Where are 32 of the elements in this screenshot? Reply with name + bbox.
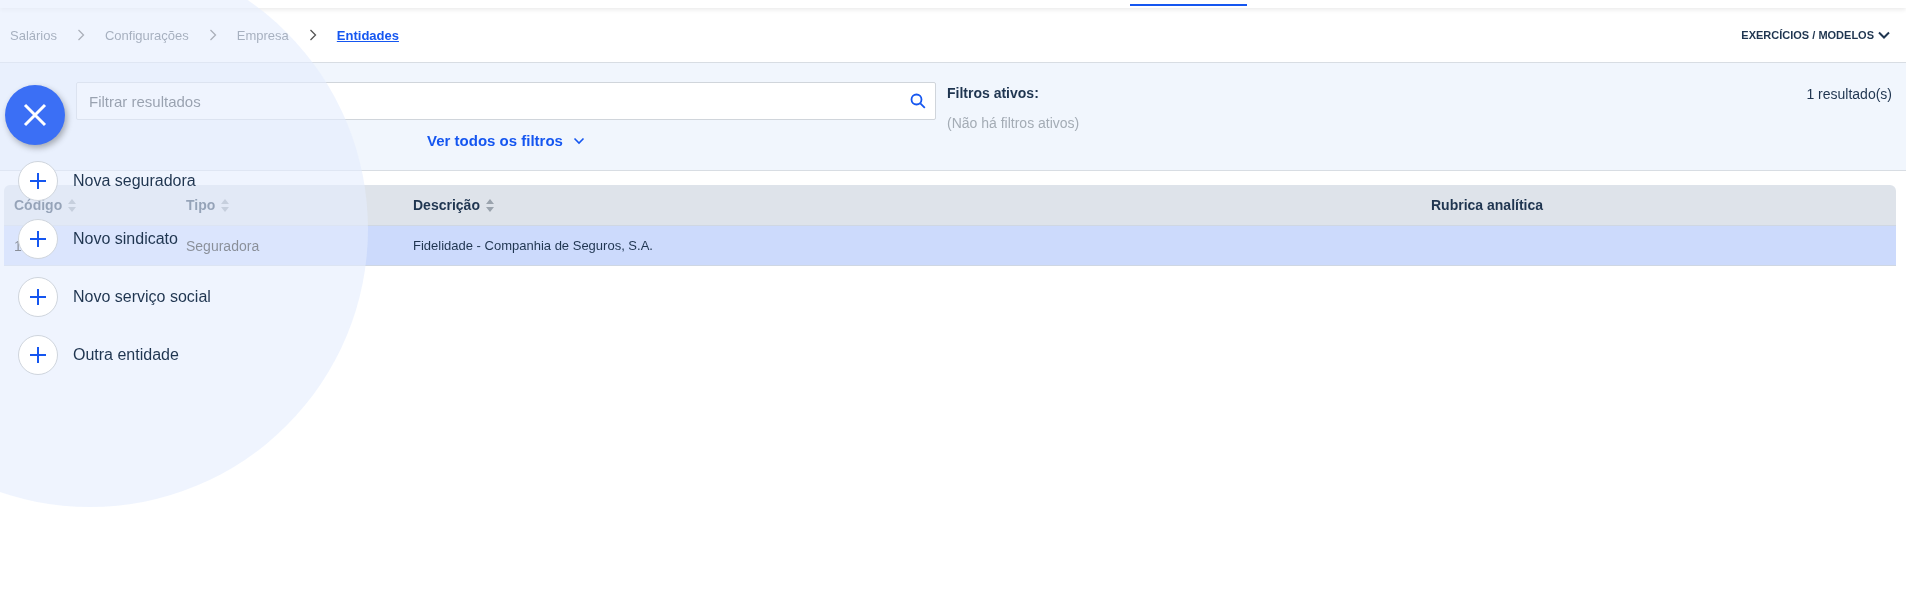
column-header[interactable]: Descrição [413,197,494,213]
active-filters-title: Filtros ativos: [947,85,1040,101]
search-icon [910,93,926,109]
plus-icon [29,172,47,190]
chevron-down-icon [572,136,585,145]
sort-icon [68,198,77,212]
sort-icon [485,198,494,212]
header-menu-button[interactable]: EXERCÍCIOS / MODELOS [1735,29,1896,41]
table-cell: 1 [14,237,22,254]
add-button[interactable] [18,277,58,317]
plus-icon [29,346,47,364]
chevron-right-icon [208,29,217,41]
menu-item[interactable]: Outra entidade [73,346,179,364]
table-cell: Fidelidade - Companhia de Seguros, S.A. [413,238,653,253]
add-button[interactable] [18,335,58,375]
menu-item[interactable]: Novo sindicato [73,230,178,248]
sort-icon [221,198,230,212]
active-filters-empty: (Não há filtros ativos) [947,115,1081,131]
search-field[interactable]: Filtrar resultados [76,82,936,120]
close-icon [22,102,48,128]
chevron-right-icon [76,29,85,41]
result-count: 1 resultado(s) [1806,85,1892,104]
chevron-down-icon [1878,31,1890,39]
column-header[interactable]: Rubrica analítica [1431,197,1544,213]
menu-item[interactable]: Novo serviço social [73,288,211,306]
menu-item[interactable]: Nova seguradora [73,172,196,190]
breadcrumb-link[interactable]: Entidades [336,27,399,43]
plus-icon [29,230,47,248]
all-filters-link[interactable]: Ver todos os filtros [427,132,585,149]
chevron-right-icon [308,29,317,41]
plus-icon [29,288,47,306]
table-cell: Seguradora [186,237,260,254]
